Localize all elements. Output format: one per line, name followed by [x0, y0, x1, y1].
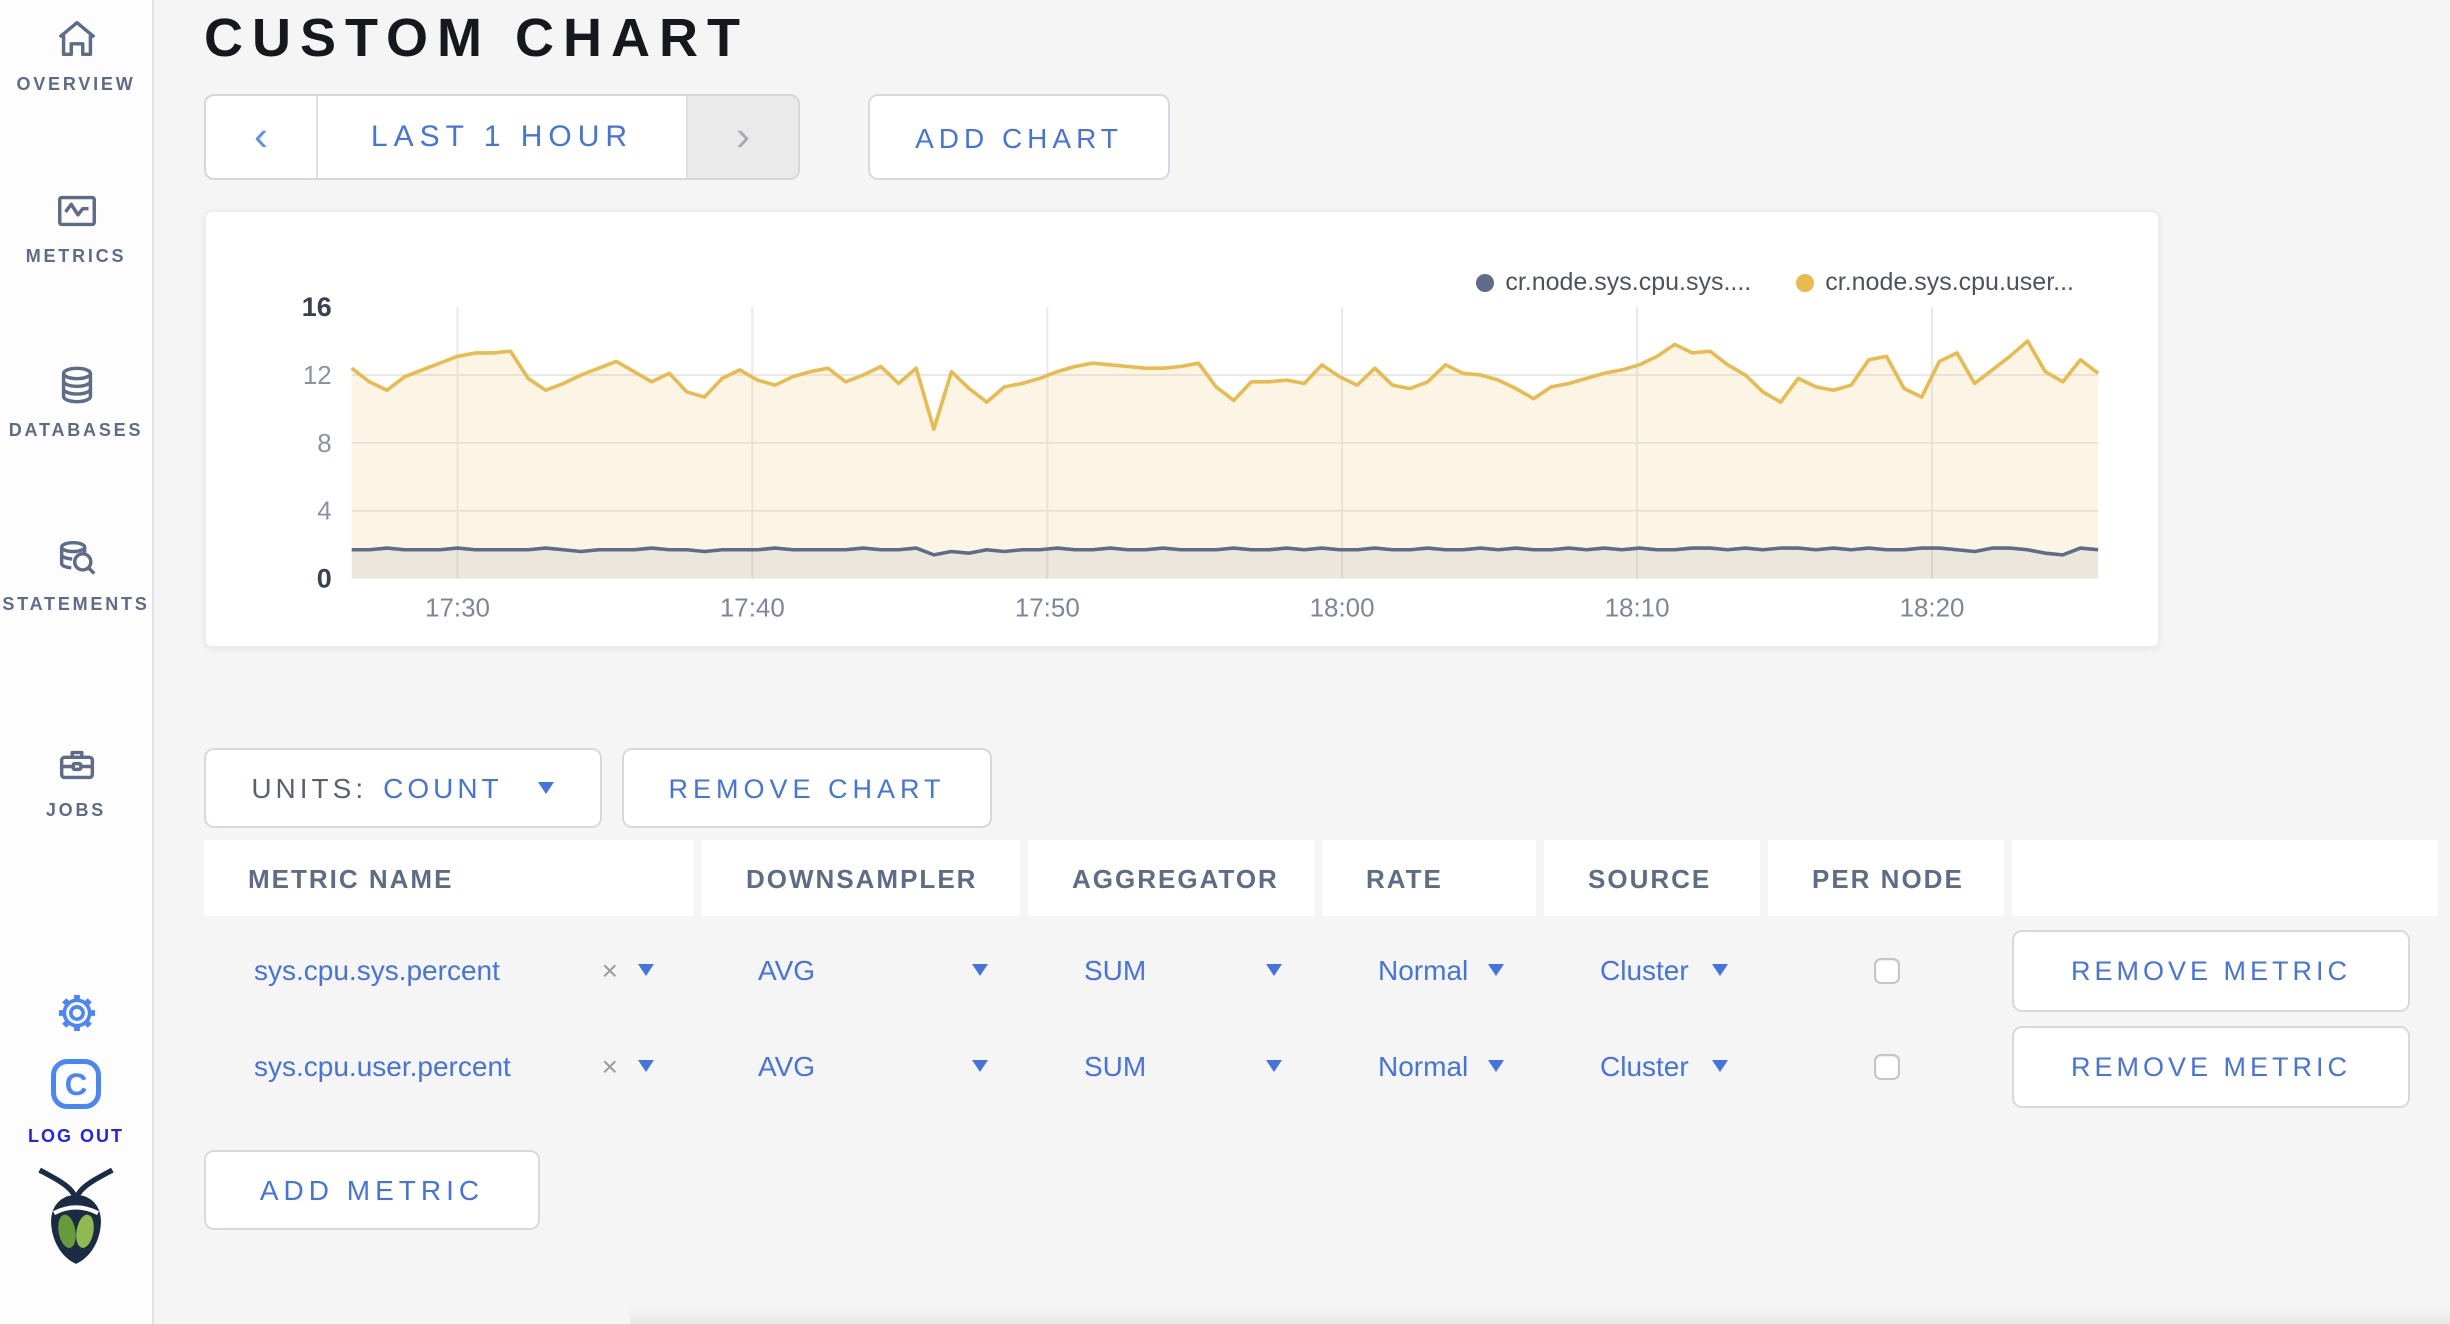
add-metric-button[interactable]: ADD METRIC — [204, 1150, 540, 1230]
sidebar-item-metrics[interactable]: METRICS — [0, 188, 152, 266]
units-dropdown[interactable]: UNITS: COUNT — [204, 748, 602, 828]
chevron-down-icon — [1712, 1060, 1728, 1072]
svg-text:17:30: 17:30 — [425, 594, 490, 622]
clear-metric-icon[interactable]: × — [602, 954, 618, 986]
chevron-down-icon — [1266, 1060, 1282, 1072]
settings-button[interactable] — [0, 990, 152, 1036]
series-dot-icon — [1475, 273, 1494, 291]
chart-controls: UNITS: COUNT REMOVE CHART — [204, 748, 2450, 828]
series-dot-icon — [1795, 273, 1814, 291]
chart-legend: cr.node.sys.cpu.sys.... cr.node.sys.cpu.… — [1475, 268, 2074, 296]
svg-text:18:20: 18:20 — [1900, 594, 1965, 622]
time-range-next-button[interactable]: › — [686, 96, 798, 178]
cockroachdb-logo — [0, 1166, 152, 1276]
rate-select[interactable]: Normal — [1322, 1022, 1536, 1110]
per-node-checkbox[interactable] — [1873, 1053, 1899, 1079]
page-title: CUSTOM CHART — [204, 8, 749, 68]
time-range-selector: ‹ LAST 1 HOUR › — [204, 94, 800, 180]
sidebar-item-label: JOBS — [45, 800, 107, 820]
downsampler-select[interactable]: AVG — [702, 926, 1020, 1014]
per-node-checkbox[interactable] — [1873, 957, 1899, 983]
column-header-aggregator: AGGREGATOR — [1028, 840, 1314, 916]
chevron-down-icon — [538, 782, 555, 794]
remove-metric-button[interactable]: REMOVE METRIC — [2012, 1025, 2410, 1107]
gear-icon — [53, 990, 99, 1036]
column-header-per-node: PER NODE — [1768, 840, 2004, 916]
chevron-down-icon — [638, 1060, 654, 1072]
column-header-rate: RATE — [1322, 840, 1536, 916]
time-range-dropdown[interactable]: LAST 1 HOUR — [318, 96, 686, 178]
chevron-down-icon — [638, 964, 654, 976]
column-header-metric-name: METRIC NAME — [204, 840, 694, 916]
chart-panel: 17:30 17:40 17:50 18:00 18:10 18:20 0 4 8 12 16 cr… — [204, 210, 2160, 648]
chevron-down-icon — [972, 964, 988, 976]
source-select[interactable]: Cluster — [1544, 926, 1760, 1014]
logout-button[interactable]: C LOG OUT — [0, 1054, 152, 1146]
actions-cell: REMOVE METRIC — [2012, 1022, 2438, 1110]
svg-text:17:50: 17:50 — [1015, 594, 1080, 622]
custom-chart-page: OVERVIEW METRICS DATABASES STATEMENTS JO… — [0, 0, 2450, 1324]
actions-cell: REMOVE METRIC — [2012, 926, 2438, 1014]
svg-text:C: C — [65, 1067, 88, 1102]
clear-metric-icon[interactable]: × — [602, 1050, 618, 1082]
jobs-icon — [53, 742, 99, 788]
source-select[interactable]: Cluster — [1544, 1022, 1760, 1110]
sidebar-item-label: DATABASES — [8, 420, 144, 440]
sidebar-item-jobs[interactable]: JOBS — [0, 742, 152, 820]
time-range-prev-button[interactable]: ‹ — [206, 96, 318, 178]
chevron-down-icon — [1266, 964, 1282, 976]
aggregator-select[interactable]: SUM — [1028, 1022, 1314, 1110]
sidebar-item-label: METRICS — [25, 246, 127, 266]
metric-name-dropdown[interactable]: sys.cpu.sys.percent — [254, 954, 500, 986]
table-row: sys.cpu.sys.percent × AVG SUM Normal Clu… — [204, 926, 2438, 1014]
rate-select[interactable]: Normal — [1322, 926, 1536, 1014]
sidebar-item-label: STATEMENTS — [2, 594, 150, 614]
column-header-source: SOURCE — [1544, 840, 1760, 916]
sidebar-item-label: OVERVIEW — [16, 74, 136, 94]
per-node-cell — [1768, 926, 2004, 1014]
metric-name-cell: sys.cpu.user.percent × — [204, 1022, 694, 1110]
legend-item-user[interactable]: cr.node.sys.cpu.user... — [1795, 268, 2074, 296]
chevron-down-icon — [1712, 964, 1728, 976]
svg-text:17:40: 17:40 — [720, 594, 785, 622]
chevron-down-icon — [1488, 1060, 1504, 1072]
column-header-downsampler: DOWNSAMPLER — [702, 840, 1020, 916]
sidebar-item-overview[interactable]: OVERVIEW — [0, 16, 152, 94]
sidebar: OVERVIEW METRICS DATABASES STATEMENTS JO… — [0, 0, 154, 1324]
svg-text:12: 12 — [303, 362, 332, 390]
home-icon — [53, 16, 99, 62]
metric-name-dropdown[interactable]: sys.cpu.user.percent — [254, 1050, 511, 1082]
remove-chart-button[interactable]: REMOVE CHART — [622, 748, 992, 828]
chevron-down-icon — [1488, 964, 1504, 976]
toolbar: ‹ LAST 1 HOUR › ADD CHART — [204, 94, 2450, 180]
svg-text:18:00: 18:00 — [1310, 594, 1375, 622]
sidebar-item-statements[interactable]: STATEMENTS — [0, 536, 152, 614]
svg-text:16: 16 — [302, 292, 332, 322]
svg-text:18:10: 18:10 — [1605, 594, 1670, 622]
sidebar-item-databases[interactable]: DATABASES — [0, 362, 152, 440]
metrics-icon — [53, 188, 99, 234]
databases-icon — [53, 362, 99, 408]
svg-text:0: 0 — [317, 564, 332, 594]
table-row: sys.cpu.user.percent × AVG SUM Normal Cl… — [204, 1022, 2438, 1110]
cockroach-bug-icon — [32, 1166, 120, 1276]
column-header-actions — [2012, 840, 2438, 916]
logout-label: LOG OUT — [28, 1126, 124, 1146]
metric-name-cell: sys.cpu.sys.percent × — [204, 926, 694, 1014]
downsampler-select[interactable]: AVG — [702, 1022, 1020, 1110]
metrics-table: METRIC NAME DOWNSAMPLER AGGREGATOR RATE … — [204, 840, 2438, 1110]
add-chart-button[interactable]: ADD CHART — [868, 94, 1170, 180]
svg-text:4: 4 — [317, 498, 331, 526]
chevron-down-icon — [972, 1060, 988, 1072]
aggregator-select[interactable]: SUM — [1028, 926, 1314, 1014]
svg-text:8: 8 — [317, 430, 331, 458]
cockroach-c-icon: C — [46, 1054, 106, 1114]
remove-metric-button[interactable]: REMOVE METRIC — [2012, 929, 2410, 1011]
per-node-cell — [1768, 1022, 2004, 1110]
legend-item-sys[interactable]: cr.node.sys.cpu.sys.... — [1475, 268, 1751, 296]
statements-icon — [53, 536, 99, 582]
table-header-row: METRIC NAME DOWNSAMPLER AGGREGATOR RATE … — [204, 840, 2438, 916]
main-content: CUSTOM CHART ‹ LAST 1 HOUR › ADD CHART 1… — [154, 0, 2450, 1324]
